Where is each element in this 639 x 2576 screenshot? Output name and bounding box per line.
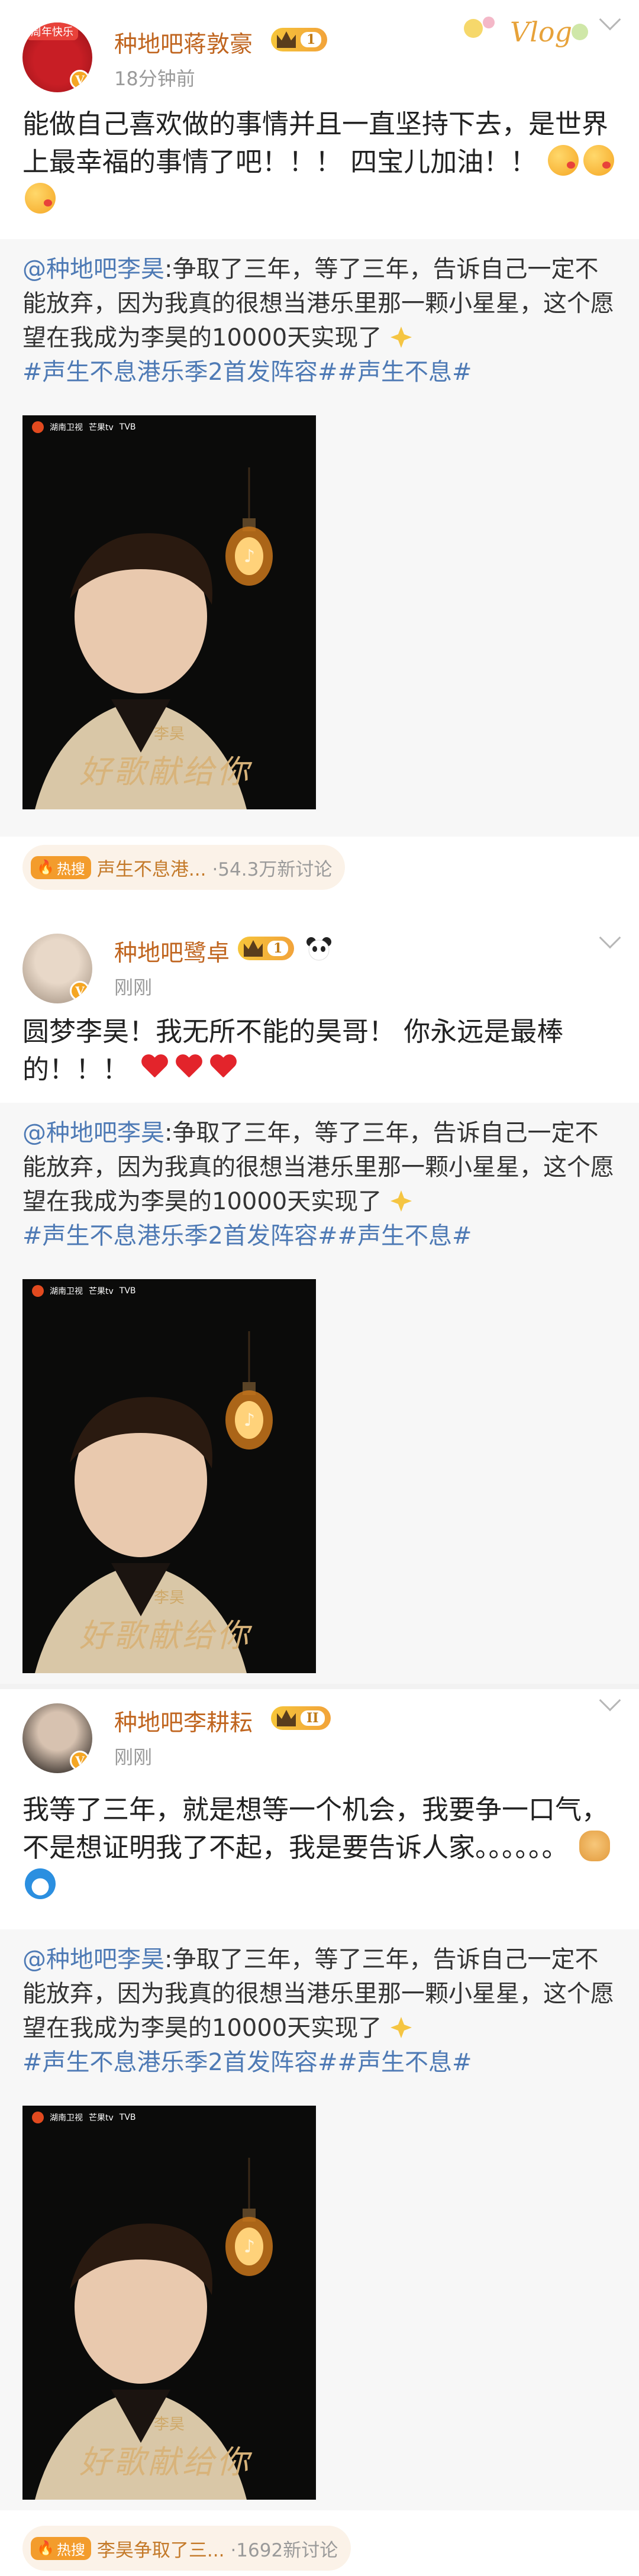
timestamp: 刚刚 [114,1746,153,1768]
level-number: II [301,1710,325,1726]
author-name[interactable]: 种地吧鹭卓 [114,935,230,968]
kiss-emoji-icon [25,183,56,214]
logo-label: 湖南卫视 [50,2113,83,2123]
mention-link[interactable]: @种地吧李昊 [22,1946,164,1973]
logo-label: 湖南卫视 [50,423,83,432]
doraemon-emoji-icon [25,1868,56,1899]
heart-emoji-icon [175,1055,202,1082]
poster-title: 好歌献给你 [79,2443,251,2481]
hashtag-link[interactable]: #声生不息港乐季2首发阵容# [22,1222,337,1250]
poster-name: 李昊 [154,1589,185,1607]
doge-emoji-icon [579,1831,610,1861]
heart-emoji-icon [209,1055,237,1082]
avatar[interactable]: V [22,934,92,1003]
verified-badge: V [70,1751,90,1771]
sparkle-icon [390,327,412,348]
mention-link[interactable]: @种地吧李昊 [22,1119,164,1147]
broadcaster-logos: 湖南卫视 芒果tv TVB [32,2112,136,2123]
chevron-down-icon[interactable] [599,1689,621,1712]
logo-label: 芒果tv [89,2113,114,2123]
poster-title: 好歌献给你 [79,1617,251,1654]
kiss-emoji-icon [547,145,579,176]
verified-badge: V [70,70,90,90]
avatar[interactable]: V [22,1703,92,1773]
hot-topic-pill[interactable]: 🔥 热搜 声生不息港... ·54.3万新讨论 [22,845,346,890]
repost-text: @种地吧李昊:争取了三年，等了三年，告诉自己一定不能放弃，因为我真的很想当港乐里… [22,1116,620,1253]
vlog-decoration: Vlog [464,16,588,48]
logo-label: 湖南卫视 [50,1287,83,1296]
logo-label: TVB [119,422,136,432]
post-text-content: 我等了三年，就是想等一个机会，我要争一口气，不是想证明我了不起，我是要告诉人家。… [22,1794,609,1863]
repost-card[interactable]: @种地吧李昊:争取了三年，等了三年，告诉自己一定不能放弃，因为我真的很想当港乐里… [0,1103,639,1684]
crown-icon [277,1710,296,1726]
repost-card[interactable]: @种地吧李昊:争取了三年，等了三年，告诉自己一定不能放弃，因为我真的很想当港乐里… [0,1929,639,2510]
verified-badge: V [70,981,90,1001]
hashtag-link[interactable]: #声生不息# [337,2049,472,2076]
hashtag-link[interactable]: #声生不息港乐季2首发阵容# [22,2049,337,2076]
broadcaster-logos: 湖南卫视 芒果tv TVB [32,1285,136,1297]
topic-count: ·54.3万新讨论 [212,858,333,880]
weibo-post: V 种地吧鹭卓 1 刚刚 圆梦李昊！我无所不能的昊哥！ 你永远是最棒的！！！ @… [0,927,639,1684]
level-badge[interactable]: 1 [271,28,328,51]
hot-label: 热搜 [56,860,85,877]
level-number: 1 [267,941,289,956]
poster-image[interactable]: 湖南卫视 芒果tv TVB ♪ 李昊 好歌献给你 [22,1279,316,1673]
chevron-down-icon[interactable] [599,8,621,31]
weibo-post: 周年快乐 V 种地吧蒋敦豪 1 18分钟前 Vlog 能做自己喜欢做的事情并且一… [0,0,639,927]
logo-icon [32,421,44,433]
avatar[interactable]: 周年快乐 V [22,22,92,92]
post-text: 能做自己喜欢做的事情并且一直坚持下去，是世界上最幸福的事情了吧！！！ 四宝儿加油… [22,105,617,219]
hot-badge: 🔥 热搜 [31,856,91,879]
kiss-emoji-icon [583,145,614,176]
logo-label: 芒果tv [89,423,114,432]
repost-text: @种地吧李昊:争取了三年，等了三年，告诉自己一定不能放弃，因为我真的很想当港乐里… [22,252,620,389]
logo-icon [32,1285,44,1297]
hot-label: 热搜 [56,2541,85,2558]
logo-label: TVB [119,2113,136,2122]
fire-icon: 🔥 [37,2540,54,2556]
poster-image[interactable]: 湖南卫视 芒果tv TVB ♪ 李昊 好歌献给你 [22,2106,316,2500]
broadcaster-logos: 湖南卫视 芒果tv TVB [32,421,136,433]
topic-title: 李昊争取了三... [96,2539,225,2561]
sparkle-icon [390,2017,412,2038]
hot-topic-pill[interactable]: 🔥 热搜 李昊争取了三... ·1692新讨论 [22,2526,351,2571]
timestamp: 刚刚 [114,976,153,999]
avatar-tag: 周年快乐 [26,22,78,40]
post-text-content: 能做自己喜欢做的事情并且一直坚持下去，是世界上最幸福的事情了吧！！！ 四宝儿加油… [22,108,609,177]
hot-badge: 🔥 热搜 [31,2536,91,2560]
logo-label: TVB [119,1286,136,1296]
topic-count: ·1692新讨论 [230,2539,338,2561]
author-name[interactable]: 种地吧李耕耘 [114,1705,253,1738]
crown-icon [277,31,296,48]
poster-name: 李昊 [154,725,185,743]
repost-card[interactable]: @种地吧李昊:争取了三年，等了三年，告诉自己一定不能放弃，因为我真的很想当港乐里… [0,239,639,837]
poster-image[interactable]: 湖南卫视 芒果tv TVB ♪ 李昊 好歌献给你 [22,415,316,809]
poster-title: 好歌献给你 [79,753,251,790]
post-text: 圆梦李昊！我无所不能的昊哥！ 你永远是最棒的！！！ [22,1013,617,1089]
mention-link[interactable]: @种地吧李昊 [22,256,164,283]
sparkle-icon [390,1190,412,1212]
poster-name: 李昊 [154,2416,185,2433]
hashtag-link[interactable]: #声生不息港乐季2首发阵容# [22,359,337,386]
post-text-content: 圆梦李昊！我无所不能的昊哥！ 你永远是最棒的！！！ [22,1016,564,1085]
weibo-post: V 种地吧李耕耘 II 刚刚 我等了三年，就是想等一个机会，我要争一口气，不是想… [0,1689,639,2576]
fire-icon: 🔥 [37,859,54,876]
hashtag-link[interactable]: #声生不息# [337,359,472,386]
hashtag-link[interactable]: #声生不息# [337,1222,472,1250]
post-text: 我等了三年，就是想等一个机会，我要争一口气，不是想证明我了不起，我是要告诉人家。… [22,1791,617,1904]
chevron-down-icon[interactable] [599,927,621,949]
logo-icon [32,2112,44,2123]
level-badge[interactable]: II [271,1706,331,1730]
level-badge[interactable]: 1 [238,937,295,960]
crown-icon [244,940,263,957]
repost-text: @种地吧李昊:争取了三年，等了三年，告诉自己一定不能放弃，因为我真的很想当港乐里… [22,1942,620,2080]
timestamp: 18分钟前 [114,67,195,90]
level-number: 1 [301,32,322,47]
panda-icon [306,937,331,961]
heart-emoji-icon [141,1055,168,1082]
vlog-text: Vlog [510,16,572,48]
topic-title: 声生不息港... [96,858,206,880]
logo-label: 芒果tv [89,1287,114,1296]
author-name[interactable]: 种地吧蒋敦豪 [114,26,253,59]
